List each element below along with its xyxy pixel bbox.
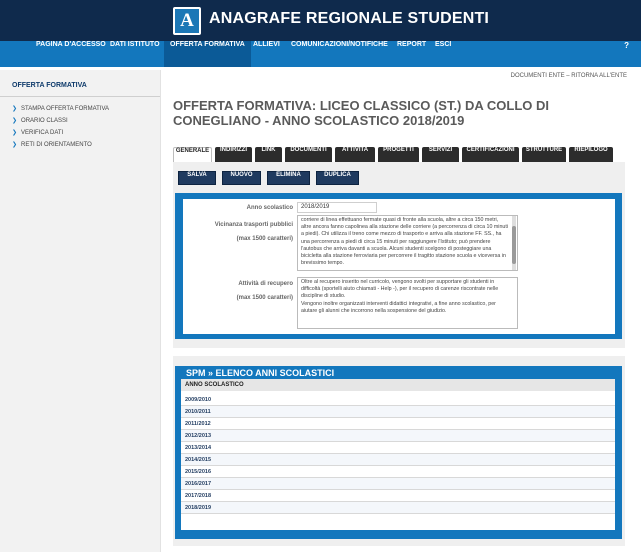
tab-certificazioni[interactable]: CERTIFICAZIONI <box>462 147 519 162</box>
attivita-recupero-label: Attività di recupero <box>238 281 293 287</box>
table-row[interactable]: 2010/2011 <box>181 406 615 418</box>
table-row[interactable]: 2017/2018 <box>181 490 615 502</box>
logo-icon: A <box>173 7 201 35</box>
vicinanza-trasporti-textarea[interactable]: corriere di linea effettuano fermate qua… <box>297 215 518 271</box>
menu-item-allievi[interactable]: ALLIEVI <box>253 41 280 67</box>
main-menu: PAGINA D'ACCESSO DATI ISTITUTO OFFERTA F… <box>0 41 641 67</box>
menu-item-pagina-accesso[interactable]: PAGINA D'ACCESSO <box>36 41 106 67</box>
table-header: ANNO SCOLASTICO <box>181 379 615 391</box>
salva-button[interactable]: SALVA <box>178 171 216 185</box>
menu-item-esci[interactable]: ESCI <box>435 41 451 67</box>
duplica-button[interactable]: DUPLICA <box>316 171 359 185</box>
sidebar-item-label: ORARIO CLASSI <box>21 118 68 124</box>
help-icon[interactable]: ? <box>624 41 629 50</box>
chevron-right-icon: ❯ <box>12 142 18 148</box>
tab-indirizzi[interactable]: INDIRIZZI <box>215 147 252 162</box>
page-title: OFFERTA FORMATIVA: LICEO CLASSICO (ST.) … <box>173 98 550 128</box>
sidebar-item-label: STAMPA OFFERTA FORMATIVA <box>21 106 110 112</box>
sidebar-item-orario[interactable]: ❯ ORARIO CLASSI <box>12 117 68 124</box>
sidebar-item-label: VERIFICA DATI <box>21 130 64 136</box>
table-row[interactable]: 2011/2012 <box>181 418 615 430</box>
tab-progetti[interactable]: PROGETTI <box>378 147 419 162</box>
table-row[interactable]: 2009/2010 <box>181 394 615 406</box>
list-title: SPM » ELENCO ANNI SCOLASTICI <box>186 368 335 378</box>
tab-generale[interactable]: GENERALE <box>173 147 212 162</box>
tab-riepilogo[interactable]: RIEPILOGO <box>569 147 613 162</box>
tab-strutture[interactable]: STRUTTURE <box>522 147 566 162</box>
menu-item-comunicazioni[interactable]: COMUNICAZIONI/NOTIFICHE <box>291 41 388 67</box>
sidebar-item-verifica[interactable]: ❯ VERIFICA DATI <box>12 129 63 136</box>
chevron-right-icon: ❯ <box>12 130 18 136</box>
sidebar-divider <box>0 96 160 97</box>
table-row[interactable]: 2013/2014 <box>181 442 615 454</box>
tab-link[interactable]: LINK <box>255 147 282 162</box>
chevron-right-icon: ❯ <box>12 118 18 124</box>
attivita-recupero-textarea[interactable]: Oltre al recupero inserito nel curricolo… <box>297 277 518 329</box>
table-row[interactable]: 2015/2016 <box>181 466 615 478</box>
anno-scolastico-field[interactable]: 2018/2019 <box>297 202 377 213</box>
recupero-max-hint: (max 1500 caratteri) <box>236 295 293 301</box>
table-row[interactable]: 2016/2017 <box>181 478 615 490</box>
tab-attivita[interactable]: ATTIVITA <box>335 147 375 162</box>
vicinanza-max-hint: (max 1500 caratteri) <box>236 236 293 242</box>
sidebar-item-stampa[interactable]: ❯ STAMPA OFFERTA FORMATIVA <box>12 105 109 112</box>
vicinanza-scroll-thumb[interactable] <box>512 226 516 264</box>
menu-item-report[interactable]: REPORT <box>397 41 426 67</box>
sidebar-item-reti[interactable]: ❯ RETI DI ORIENTAMENTO <box>12 141 92 148</box>
sidebar-title: OFFERTA FORMATIVA <box>12 82 87 89</box>
chevron-right-icon: ❯ <box>12 106 18 112</box>
nuovo-button[interactable]: NUOVO <box>222 171 261 185</box>
anno-scolastico-label: Anno scolastico <box>246 205 293 211</box>
table-row[interactable]: 2014/2015 <box>181 454 615 466</box>
app-title: ANAGRAFE REGIONALE STUDENTI <box>209 10 490 27</box>
breadcrumb[interactable]: DOCUMENTI ENTE – RITORNA ALL'ENTE <box>511 73 627 79</box>
table-row[interactable]: 2018/2019 <box>181 502 615 514</box>
table-row[interactable]: 2012/2013 <box>181 430 615 442</box>
tab-documenti[interactable]: DOCUMENTI <box>285 147 332 162</box>
menu-item-dati-istituto[interactable]: DATI ISTITUTO <box>110 41 160 67</box>
sidebar: OFFERTA FORMATIVA ❯ STAMPA OFFERTA FORMAT… <box>0 70 161 552</box>
app-header: A ANAGRAFE REGIONALE STUDENTI <box>0 0 641 41</box>
sidebar-item-label: RETI DI ORIENTAMENTO <box>21 142 92 148</box>
elimina-button[interactable]: ELIMINA <box>267 171 310 185</box>
menu-item-offerta-formativa[interactable]: OFFERTA FORMATIVA <box>164 41 251 67</box>
vicinanza-trasporti-label: Vicinanza trasporti pubblici <box>214 222 293 228</box>
tab-servizi[interactable]: SERVIZI <box>422 147 459 162</box>
